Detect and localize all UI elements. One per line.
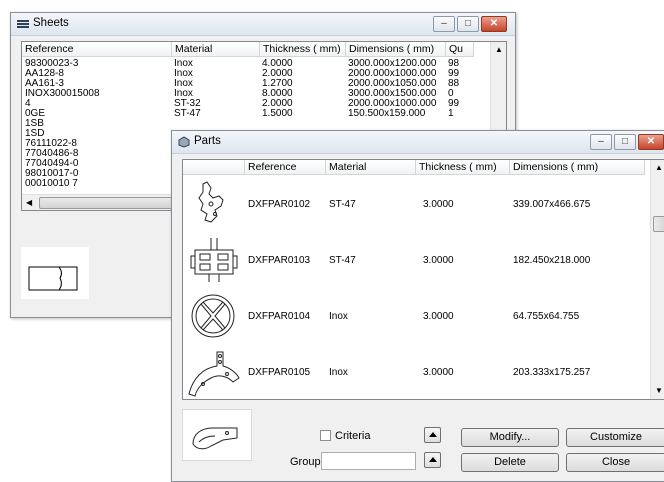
parts-title: Parts — [194, 135, 221, 147]
parts-titlebar[interactable]: Parts – □ ✕ — [172, 131, 664, 154]
criteria-up-button[interactable] — [424, 427, 441, 443]
frame-part-icon — [190, 238, 238, 282]
sheets-maximize-button[interactable]: □ — [457, 16, 479, 32]
part-dimensions: 182.450x218.000 — [513, 255, 591, 266]
sheet-outline-icon — [28, 266, 78, 291]
parts-col-reference[interactable]: Reference — [245, 160, 326, 175]
sheets-close-button[interactable]: ✕ — [481, 16, 507, 32]
part-dimensions: 203.333x175.257 — [513, 367, 591, 378]
group-up-button[interactable] — [424, 452, 441, 468]
part-thickness: 3.0000 — [423, 367, 454, 378]
part-material: ST-47 — [329, 255, 356, 266]
group-input[interactable] — [321, 452, 416, 470]
part-material: Inox — [329, 367, 348, 378]
scroll-up-icon[interactable]: ▲ — [495, 45, 503, 54]
part-material: ST-47 — [329, 199, 356, 210]
sheet-preview — [21, 247, 89, 299]
close-icon: ✕ — [646, 136, 656, 147]
sheets-hscroll-thumb[interactable] — [39, 197, 189, 209]
bracket-part-icon — [198, 181, 224, 223]
sheets-row[interactable]: 0GE ST-47 1.5000 150.500x159.000 1 — [22, 109, 488, 119]
parts-close-button[interactable]: ✕ — [638, 134, 664, 150]
criteria-label: Criteria — [335, 430, 371, 442]
scroll-up-icon[interactable]: ▲ — [655, 163, 663, 172]
part-thickness: 3.0000 — [423, 311, 454, 322]
sheets-col-quantity[interactable]: Qu — [446, 42, 474, 57]
parts-window: Parts – □ ✕ Reference Material Thickness… — [171, 130, 664, 482]
part-material: Inox — [329, 311, 348, 322]
part-dimensions: 339.007x466.675 — [513, 199, 591, 210]
parts-maximize-button[interactable]: □ — [614, 134, 636, 150]
parts-minimize-button[interactable]: – — [590, 134, 612, 150]
close-button[interactable]: Close — [566, 453, 664, 472]
part-dimensions: 64.755x64.755 — [513, 311, 580, 322]
sheet-thickness: 1.5000 — [262, 108, 293, 119]
sheets-col-dimensions[interactable]: Dimensions ( mm) — [346, 42, 446, 57]
sheets-minimize-button[interactable]: – — [433, 16, 455, 32]
scroll-left-icon[interactable]: ◀ — [26, 198, 32, 207]
parts-list[interactable]: Reference Material Thickness ( mm) Dimen… — [182, 159, 664, 400]
close-icon: ✕ — [489, 18, 499, 29]
maximize-icon: □ — [621, 136, 629, 147]
sheets-title: Sheets — [33, 17, 69, 29]
customize-button[interactable]: Customize — [566, 428, 664, 447]
round-part-icon — [191, 294, 235, 338]
sheet-material: ST-47 — [174, 108, 201, 119]
sheets-col-thickness[interactable]: Thickness ( mm) — [260, 42, 346, 57]
parts-col-thumbnail — [183, 160, 245, 175]
maximize-icon: □ — [464, 18, 472, 29]
part-reference: DXFPAR0105 — [248, 367, 311, 378]
scroll-down-icon[interactable]: ▼ — [655, 386, 663, 395]
part-reference: DXFPAR0102 — [248, 199, 311, 210]
criteria-checkbox[interactable] — [320, 430, 331, 441]
part-preview-icon — [192, 427, 238, 450]
parts-row[interactable]: DXFPAR0102 ST-47 3.0000 339.007x466.675 — [183, 176, 649, 232]
modify-button[interactable]: Modify... — [461, 428, 559, 447]
part-reference: DXFPAR0103 — [248, 255, 311, 266]
part-thickness: 3.0000 — [423, 255, 454, 266]
sheet-dimensions: 150.500x159.000 — [348, 108, 426, 119]
sheets-icon — [17, 20, 29, 28]
sheet-reference: INOX300015008 — [25, 88, 100, 99]
parts-row[interactable]: DXFPAR0103 ST-47 3.0000 182.450x218.000 — [183, 232, 649, 288]
part-reference: DXFPAR0104 — [248, 311, 311, 322]
arc-part-icon — [188, 351, 240, 397]
sheets-row[interactable]: 1SB — [22, 119, 488, 129]
parts-col-thickness[interactable]: Thickness ( mm) — [416, 160, 510, 175]
parts-icon — [178, 136, 190, 148]
parts-vscrollbar[interactable]: ▲ ▼ — [650, 160, 664, 399]
delete-button[interactable]: Delete — [461, 453, 559, 472]
sheet-reference: 00010010 7 — [25, 178, 78, 189]
parts-col-material[interactable]: Material — [326, 160, 416, 175]
part-thickness: 3.0000 — [423, 199, 454, 210]
sheets-titlebar[interactable]: Sheets – □ ✕ — [11, 13, 515, 36]
parts-vscroll-thumb[interactable] — [653, 216, 664, 232]
parts-col-dimensions[interactable]: Dimensions ( mm) — [510, 160, 645, 175]
parts-row[interactable]: DXFPAR0105 Inox 3.0000 203.333x175.257 — [183, 344, 649, 399]
sheets-col-material[interactable]: Material — [172, 42, 260, 57]
parts-row[interactable]: DXFPAR0104 Inox 3.0000 64.755x64.755 — [183, 288, 649, 344]
group-label: Group — [290, 456, 321, 468]
sheet-quantity: 1 — [448, 108, 454, 119]
part-preview — [182, 409, 252, 461]
sheets-col-reference[interactable]: Reference — [22, 42, 172, 57]
minimize-icon: – — [598, 136, 604, 147]
minimize-icon: – — [441, 18, 447, 29]
